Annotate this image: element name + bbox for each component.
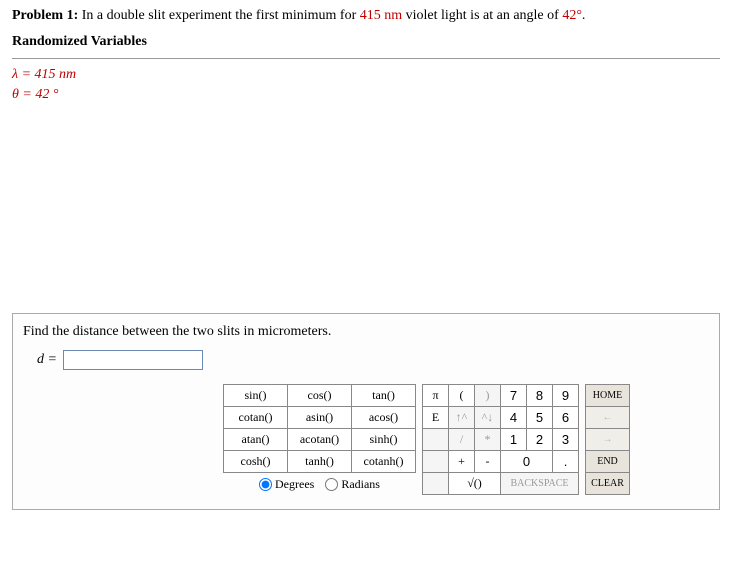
blank3-button bbox=[423, 473, 449, 495]
e-button[interactable]: E bbox=[423, 407, 449, 429]
blank1-button bbox=[423, 429, 449, 451]
cosh-button[interactable]: cosh() bbox=[224, 451, 288, 473]
atan-button[interactable]: atan() bbox=[224, 429, 288, 451]
wavelength-value: 415 nm bbox=[360, 8, 402, 23]
cos-button[interactable]: cos() bbox=[288, 385, 352, 407]
problem-text-suffix: . bbox=[582, 8, 586, 23]
num-5-button[interactable]: 5 bbox=[527, 407, 553, 429]
num-6-button[interactable]: 6 bbox=[553, 407, 579, 429]
answer-box: Find the distance between the two slits … bbox=[12, 313, 720, 510]
clear-button[interactable]: CLEAR bbox=[586, 473, 630, 495]
sin-button[interactable]: sin() bbox=[224, 385, 288, 407]
theta-var: θ = 42 ° bbox=[12, 87, 720, 103]
radians-radio[interactable]: Radians bbox=[325, 477, 380, 492]
num-1-button[interactable]: 1 bbox=[501, 429, 527, 451]
num-7-button[interactable]: 7 bbox=[501, 385, 527, 407]
blank2-button bbox=[423, 451, 449, 473]
angle-value: 42° bbox=[562, 8, 582, 23]
multiply-button[interactable]: * bbox=[475, 429, 501, 451]
angle-mode: Degrees Radians bbox=[224, 473, 416, 499]
sinh-button[interactable]: sinh() bbox=[352, 429, 416, 451]
keypad: sin() cos() tan() cotan() asin() acos() … bbox=[223, 384, 630, 499]
up-button[interactable]: ↑^ bbox=[449, 407, 475, 429]
backspace-button[interactable]: BACKSPACE bbox=[501, 473, 579, 495]
rparen-button[interactable]: ) bbox=[475, 385, 501, 407]
function-table: sin() cos() tan() cotan() asin() acos() … bbox=[223, 384, 416, 499]
num-8-button[interactable]: 8 bbox=[527, 385, 553, 407]
control-table: HOME ← → END CLEAR bbox=[585, 384, 630, 495]
divider bbox=[12, 58, 720, 59]
acotan-button[interactable]: acotan() bbox=[288, 429, 352, 451]
lambda-var: λ = 415 nm bbox=[12, 67, 720, 83]
divide-button[interactable]: / bbox=[449, 429, 475, 451]
problem-label: Problem 1: bbox=[12, 8, 78, 23]
problem-header: Problem 1: In a double slit experiment t… bbox=[12, 8, 720, 24]
home-button[interactable]: HOME bbox=[586, 385, 630, 407]
lparen-button[interactable]: ( bbox=[449, 385, 475, 407]
cotan-button[interactable]: cotan() bbox=[224, 407, 288, 429]
problem-text-prefix: In a double slit experiment the first mi… bbox=[82, 8, 360, 23]
asin-button[interactable]: asin() bbox=[288, 407, 352, 429]
minus-button[interactable]: - bbox=[475, 451, 501, 473]
num-0-button[interactable]: 0 bbox=[501, 451, 553, 473]
cotanh-button[interactable]: cotanh() bbox=[352, 451, 416, 473]
num-9-button[interactable]: 9 bbox=[553, 385, 579, 407]
left-button[interactable]: ← bbox=[586, 407, 630, 429]
pi-button[interactable]: π bbox=[423, 385, 449, 407]
randomized-variables-title: Randomized Variables bbox=[12, 34, 720, 50]
num-2-button[interactable]: 2 bbox=[527, 429, 553, 451]
problem-text-mid: violet light is at an angle of bbox=[402, 8, 562, 23]
answer-label: d = bbox=[37, 352, 57, 368]
sqrt-button[interactable]: √() bbox=[449, 473, 501, 495]
end-button[interactable]: END bbox=[586, 451, 630, 473]
question-text: Find the distance between the two slits … bbox=[23, 324, 709, 340]
answer-input[interactable] bbox=[63, 350, 203, 370]
dot-button[interactable]: . bbox=[553, 451, 579, 473]
num-4-button[interactable]: 4 bbox=[501, 407, 527, 429]
right-button[interactable]: → bbox=[586, 429, 630, 451]
degrees-radio[interactable]: Degrees bbox=[259, 477, 314, 492]
exp-button[interactable]: ^↓ bbox=[475, 407, 501, 429]
plus-button[interactable]: + bbox=[449, 451, 475, 473]
acos-button[interactable]: acos() bbox=[352, 407, 416, 429]
num-3-button[interactable]: 3 bbox=[553, 429, 579, 451]
tan-button[interactable]: tan() bbox=[352, 385, 416, 407]
number-table: π ( ) 7 8 9 E ↑^ ^↓ 4 5 6 bbox=[422, 384, 579, 495]
tanh-button[interactable]: tanh() bbox=[288, 451, 352, 473]
